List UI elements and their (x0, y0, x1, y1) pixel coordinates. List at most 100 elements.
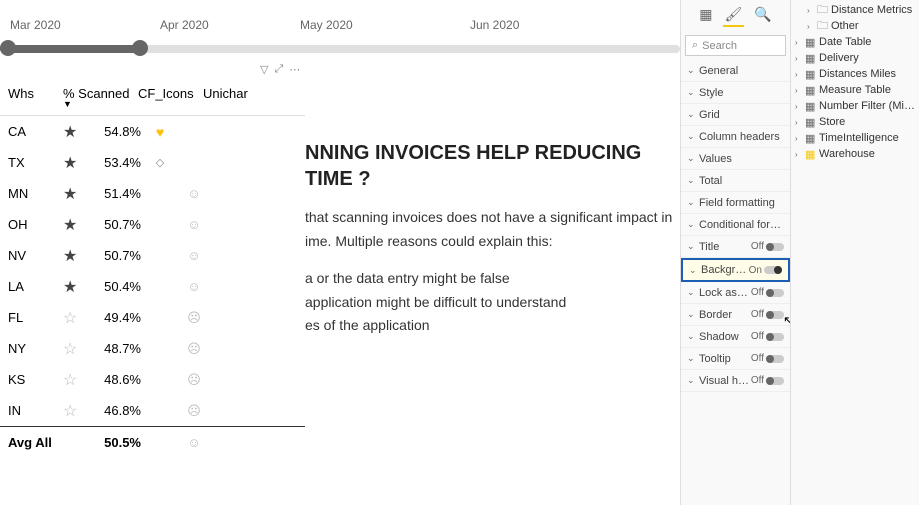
field-item[interactable]: ›▦Date Table (791, 34, 919, 50)
star-icon: ★ (63, 153, 91, 173)
more-options-icon[interactable]: ⋯ (289, 63, 301, 76)
visual-header-icons: ▽ ⤢ ⋯ (260, 63, 301, 76)
table-row[interactable]: OH★50.7%☺ (0, 209, 305, 240)
fmt-background[interactable]: ⌄Backgro...On (681, 258, 790, 282)
table-icon: ▦ (805, 68, 819, 81)
fmt-title[interactable]: ⌄TitleOff (681, 236, 790, 258)
star-icon: ★ (63, 215, 91, 235)
cell-pct: 50.4% (91, 279, 141, 294)
star-icon: ★ (63, 184, 91, 204)
cell-whs: IN (8, 403, 63, 418)
field-item[interactable]: ›▦Delivery (791, 50, 919, 66)
field-item[interactable]: ›▦TimeIntelligence (791, 130, 919, 146)
table-row[interactable]: NY☆48.7%☹ (0, 333, 305, 364)
cell-pct: 46.8% (91, 403, 141, 418)
table-icon: ▦ (805, 36, 819, 49)
cf-icon: ◇ (141, 156, 179, 169)
timeline-handle-left[interactable] (0, 40, 16, 56)
star-icon: ☆ (63, 308, 91, 328)
chevron-right-icon: › (795, 102, 805, 111)
unichar-icon: ☹ (179, 310, 209, 326)
table-row[interactable]: IN☆46.8%☹ (0, 395, 305, 426)
fmt-grid[interactable]: ⌄Grid (681, 104, 790, 126)
cell-pct: 48.6% (91, 372, 141, 387)
unichar-icon: ☹ (179, 403, 209, 419)
chevron-right-icon: › (795, 54, 805, 63)
fmt-lock-aspect[interactable]: ⌄Lock asp...Off (681, 282, 790, 304)
col-header-unichar[interactable]: Unichar (203, 86, 263, 109)
timeline-tick: Apr 2020 (160, 18, 209, 32)
cell-whs: MN (8, 186, 63, 201)
unichar-icon: ☺ (179, 186, 209, 201)
field-label: Store (819, 116, 915, 128)
cell-pct: 54.8% (91, 124, 141, 139)
table-row[interactable]: TX★53.4%◇ (0, 147, 305, 178)
fmt-values[interactable]: ⌄Values (681, 148, 790, 170)
cell-whs: KS (8, 372, 63, 387)
table-row[interactable]: MN★51.4%☺ (0, 178, 305, 209)
cell-pct: 48.7% (91, 341, 141, 356)
field-label: Distances Miles (819, 68, 915, 80)
field-item[interactable]: ›▦Store (791, 114, 919, 130)
col-header-cf[interactable]: CF_Icons (138, 86, 203, 109)
timeline-slicer[interactable]: Mar 2020 Apr 2020 May 2020 Jun 2020 (0, 0, 680, 55)
col-header-scanned[interactable]: % Scanned▼ (63, 86, 138, 109)
table-total-row: Avg All 50.5% ☺ (0, 426, 305, 457)
chevron-right-icon: › (795, 86, 805, 95)
fmt-field-formatting[interactable]: ⌄Field formatting (681, 192, 790, 214)
filter-icon[interactable]: ▽ (260, 63, 268, 76)
table-row[interactable]: KS☆48.6% ☹ (0, 364, 305, 395)
table-row[interactable]: NV★50.7%☺ (0, 240, 305, 271)
field-label: Warehouse (819, 148, 915, 160)
unichar-icon: ☹ (179, 372, 209, 388)
fmt-total[interactable]: ⌄Total (681, 170, 790, 192)
field-item[interactable]: ›▦Warehouse (791, 146, 919, 162)
cell-pct: 53.4% (91, 155, 141, 170)
field-item[interactable]: ›🗀Distance Metrics (791, 2, 919, 18)
fmt-style[interactable]: ⌄Style (681, 82, 790, 104)
fmt-tooltip[interactable]: ⌄TooltipOff (681, 348, 790, 370)
fmt-shadow[interactable]: ⌄ShadowOff (681, 326, 790, 348)
field-item[interactable]: ›▦Distances Miles (791, 66, 919, 82)
field-item[interactable]: ›▦Measure Table (791, 82, 919, 98)
fmt-general[interactable]: ⌄General (681, 60, 790, 82)
table-icon: ▦ (805, 132, 819, 145)
chevron-right-icon: › (795, 70, 805, 79)
fmt-column-headers[interactable]: ⌄Column headers (681, 126, 790, 148)
table-row[interactable]: CA★54.8%♥ (0, 116, 305, 147)
table-icon: ▦ (805, 116, 819, 129)
focus-mode-icon[interactable]: ⤢ (274, 63, 283, 76)
chevron-right-icon: › (795, 38, 805, 47)
cell-whs: TX (8, 155, 63, 170)
table-row[interactable]: LA★50.4%☺ (0, 271, 305, 302)
fmt-visual-header[interactable]: ⌄Visual he...Off (681, 370, 790, 392)
timeline-handle-right[interactable] (132, 40, 148, 56)
table-icon: ▦ (805, 148, 819, 161)
field-item[interactable]: ›▦Number Filter (Miles) (791, 98, 919, 114)
format-tab-icon[interactable]: 🖌 (723, 4, 745, 27)
table-visual[interactable]: Whs % Scanned▼ CF_Icons Unichar CA★54.8%… (0, 80, 305, 457)
field-label: Distance Metrics (831, 4, 915, 16)
chevron-right-icon: › (807, 6, 817, 15)
table-header-row: Whs % Scanned▼ CF_Icons Unichar (0, 80, 305, 116)
cell-pct: 50.7% (91, 217, 141, 232)
report-canvas: Mar 2020 Apr 2020 May 2020 Jun 2020 ▽ ⤢ … (0, 0, 680, 505)
chevron-right-icon: › (795, 134, 805, 143)
text-visual: NNING INVOICES HELP REDUCINGTIME ? that … (305, 140, 675, 340)
folder-icon: 🗀 (817, 17, 831, 36)
format-search[interactable]: ⌕ Search (685, 35, 786, 56)
fmt-border[interactable]: ⌄BorderOff (681, 304, 790, 326)
cell-pct: 49.4% (91, 310, 141, 325)
table-row[interactable]: FL☆49.4%☹ (0, 302, 305, 333)
star-icon: ☆ (63, 370, 91, 390)
fmt-conditional-formatting[interactable]: ⌄Conditional formatting (681, 214, 790, 236)
analytics-tab-icon[interactable]: 🔍 (752, 4, 773, 27)
fields-tab-icon[interactable]: ▦ (697, 4, 714, 27)
field-item[interactable]: ›🗀Other (791, 18, 919, 34)
timeline-tick: May 2020 (300, 18, 353, 32)
face-neutral-icon: ☺ (179, 435, 209, 450)
formatting-pane: ▦ 🖌 🔍 ⌕ Search ⌄General ⌄Style ⌄Grid ⌄Co… (680, 0, 790, 505)
col-header-whs[interactable]: Whs (8, 86, 63, 109)
timeline-tick: Mar 2020 (10, 18, 61, 32)
field-label: TimeIntelligence (819, 132, 915, 144)
